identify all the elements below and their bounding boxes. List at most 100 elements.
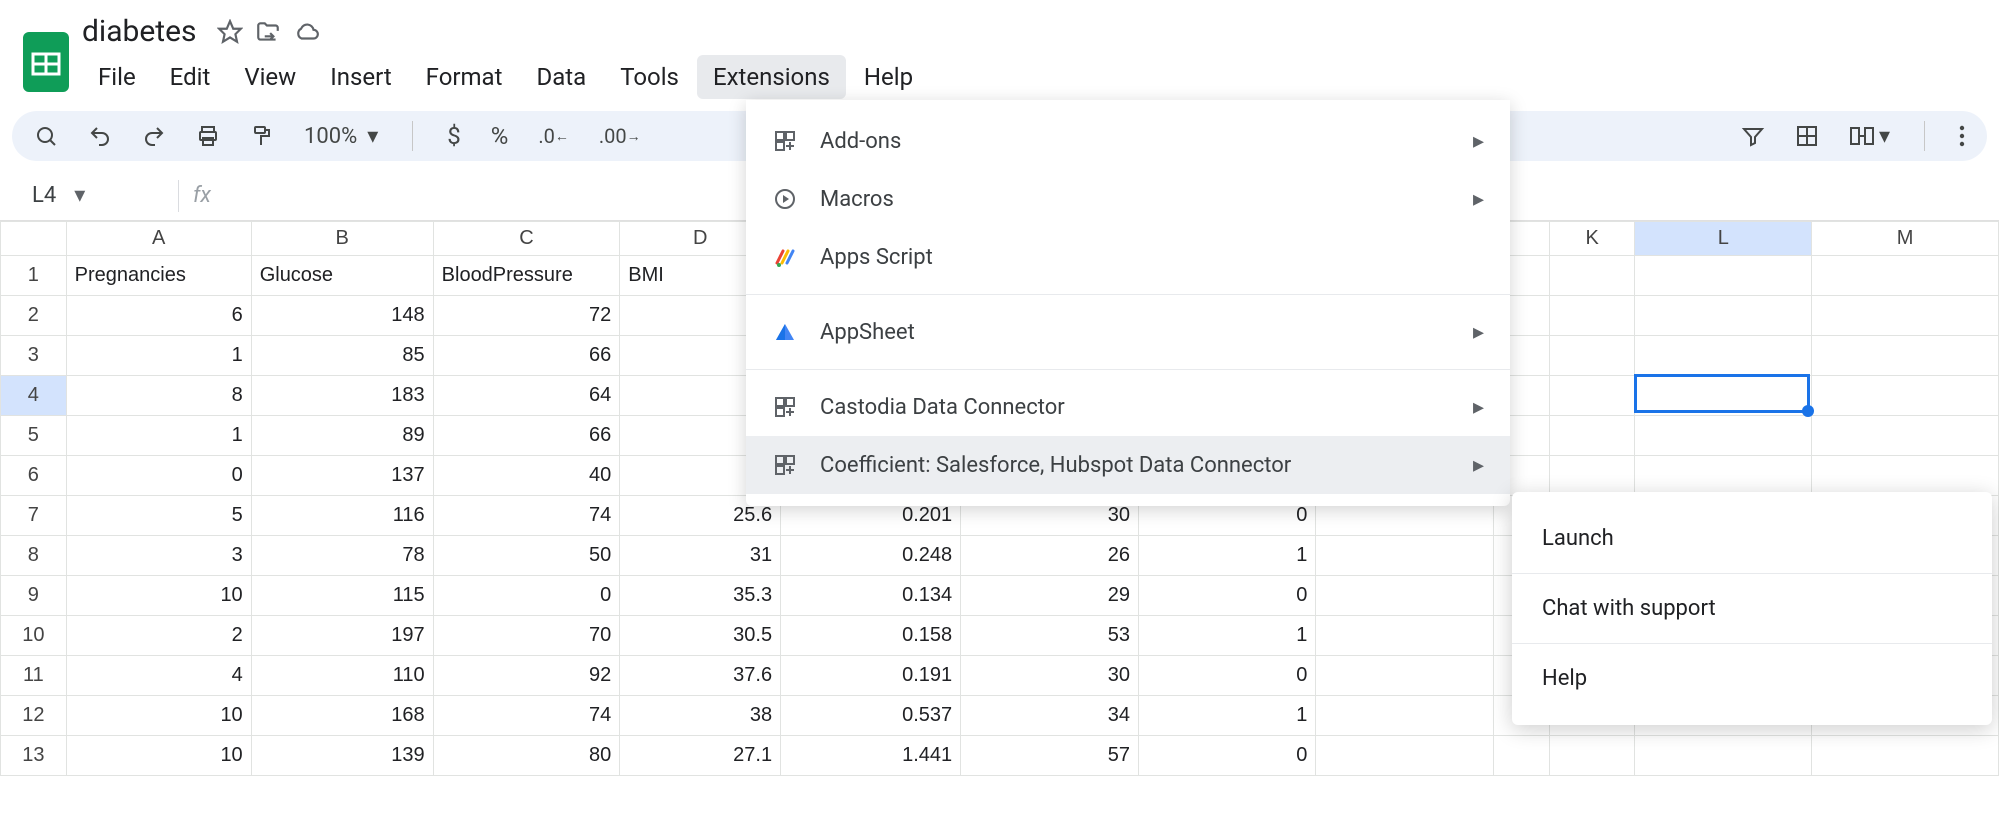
row-header-3[interactable]: 3 — [1, 336, 67, 376]
cell[interactable] — [1812, 376, 1999, 416]
cloud-status-icon[interactable] — [293, 19, 321, 45]
submenu-item-launch[interactable]: Launch — [1512, 504, 1992, 573]
cell[interactable]: 74 — [433, 696, 620, 736]
cell[interactable]: 64 — [433, 376, 620, 416]
cell[interactable] — [1635, 416, 1812, 456]
zoom-dropdown[interactable]: 100% ▾ — [304, 124, 378, 149]
cell[interactable]: 10 — [66, 736, 251, 776]
cell[interactable]: 31 — [620, 536, 781, 576]
submenu-item-help[interactable]: Help — [1512, 644, 1992, 713]
row-header-8[interactable]: 8 — [1, 536, 67, 576]
cell[interactable] — [1635, 456, 1812, 496]
col-header-K[interactable]: K — [1550, 222, 1635, 256]
ext-menu-item-7[interactable]: Coefficient: Salesforce, Hubspot Data Co… — [746, 436, 1510, 494]
row-header-7[interactable]: 7 — [1, 496, 67, 536]
filter-icon[interactable] — [1741, 124, 1765, 148]
cell[interactable]: 137 — [251, 456, 433, 496]
decrease-decimal-icon[interactable]: .0← — [538, 124, 569, 148]
cell[interactable]: 0.134 — [781, 576, 961, 616]
menu-extensions[interactable]: Extensions — [697, 55, 846, 99]
increase-decimal-icon[interactable]: .00→ — [599, 124, 641, 148]
cell[interactable]: Glucose — [251, 256, 433, 296]
cell[interactable]: 1 — [1139, 536, 1316, 576]
cell[interactable]: 78 — [251, 536, 433, 576]
cell[interactable]: 197 — [251, 616, 433, 656]
row-header-9[interactable]: 9 — [1, 576, 67, 616]
row-header-11[interactable]: 11 — [1, 656, 67, 696]
cell[interactable] — [1635, 376, 1812, 416]
menu-file[interactable]: File — [82, 55, 152, 99]
more-icon[interactable] — [1959, 124, 1965, 148]
col-header-A[interactable]: A — [66, 222, 251, 256]
menu-insert[interactable]: Insert — [314, 55, 407, 99]
cell[interactable] — [1812, 456, 1999, 496]
cell[interactable]: 0 — [1139, 736, 1316, 776]
cell[interactable]: 10 — [66, 696, 251, 736]
cell[interactable]: 30 — [961, 656, 1139, 696]
cell[interactable] — [1812, 296, 1999, 336]
col-header-M[interactable]: M — [1812, 222, 1999, 256]
ext-menu-item-2[interactable]: Apps Script — [746, 228, 1510, 286]
cell[interactable] — [1635, 256, 1812, 296]
cell[interactable]: 37.6 — [620, 656, 781, 696]
menu-help[interactable]: Help — [848, 55, 929, 99]
cell[interactable] — [1635, 336, 1812, 376]
cell[interactable] — [1635, 736, 1812, 776]
row-header-2[interactable]: 2 — [1, 296, 67, 336]
cell[interactable] — [1812, 336, 1999, 376]
cell[interactable]: 1.441 — [781, 736, 961, 776]
cell[interactable]: 168 — [251, 696, 433, 736]
row-header-12[interactable]: 12 — [1, 696, 67, 736]
cell[interactable]: 57 — [961, 736, 1139, 776]
paint-format-icon[interactable] — [250, 124, 274, 148]
cell[interactable]: 5 — [66, 496, 251, 536]
cell[interactable]: 0.248 — [781, 536, 961, 576]
cell[interactable]: 72 — [433, 296, 620, 336]
cell[interactable]: 6 — [66, 296, 251, 336]
cell[interactable]: 0 — [66, 456, 251, 496]
cell[interactable]: 66 — [433, 416, 620, 456]
ext-menu-item-4[interactable]: AppSheet▸ — [746, 303, 1510, 361]
cell[interactable]: 139 — [251, 736, 433, 776]
sheets-app-icon[interactable] — [22, 31, 70, 93]
cell[interactable]: 1 — [66, 336, 251, 376]
cell[interactable] — [1316, 736, 1493, 776]
cell[interactable]: 38 — [620, 696, 781, 736]
move-icon[interactable] — [255, 19, 281, 45]
cell[interactable] — [1316, 576, 1493, 616]
star-icon[interactable] — [217, 19, 243, 45]
row-header-5[interactable]: 5 — [1, 416, 67, 456]
cell[interactable] — [1316, 656, 1493, 696]
document-title[interactable]: diabetes — [82, 14, 205, 49]
cell[interactable]: 30.5 — [620, 616, 781, 656]
cell[interactable] — [1812, 256, 1999, 296]
cell[interactable]: 3 — [66, 536, 251, 576]
search-icon[interactable] — [34, 124, 58, 148]
cell[interactable]: 50 — [433, 536, 620, 576]
cell[interactable]: 0.537 — [781, 696, 961, 736]
cell[interactable] — [1316, 696, 1493, 736]
cell[interactable]: 40 — [433, 456, 620, 496]
menu-data[interactable]: Data — [520, 55, 602, 99]
cell[interactable]: 74 — [433, 496, 620, 536]
cell[interactable]: 70 — [433, 616, 620, 656]
percent-format-icon[interactable]: % — [491, 122, 509, 150]
col-header-C[interactable]: C — [433, 222, 620, 256]
cell[interactable] — [1550, 416, 1635, 456]
cell[interactable] — [1550, 736, 1635, 776]
cell[interactable]: 1 — [66, 416, 251, 456]
cell[interactable] — [1812, 416, 1999, 456]
cell[interactable]: 35.3 — [620, 576, 781, 616]
cell[interactable]: 0 — [1139, 576, 1316, 616]
cell[interactable]: 148 — [251, 296, 433, 336]
cell[interactable] — [1493, 736, 1550, 776]
cell[interactable] — [1550, 456, 1635, 496]
cell[interactable]: 0.158 — [781, 616, 961, 656]
cell[interactable]: 110 — [251, 656, 433, 696]
cell[interactable]: BloodPressure — [433, 256, 620, 296]
print-icon[interactable] — [196, 124, 220, 148]
cell[interactable] — [1635, 296, 1812, 336]
cell[interactable] — [1316, 616, 1493, 656]
submenu-item-chat-with-support[interactable]: Chat with support — [1512, 574, 1992, 643]
cell[interactable]: 1 — [1139, 616, 1316, 656]
